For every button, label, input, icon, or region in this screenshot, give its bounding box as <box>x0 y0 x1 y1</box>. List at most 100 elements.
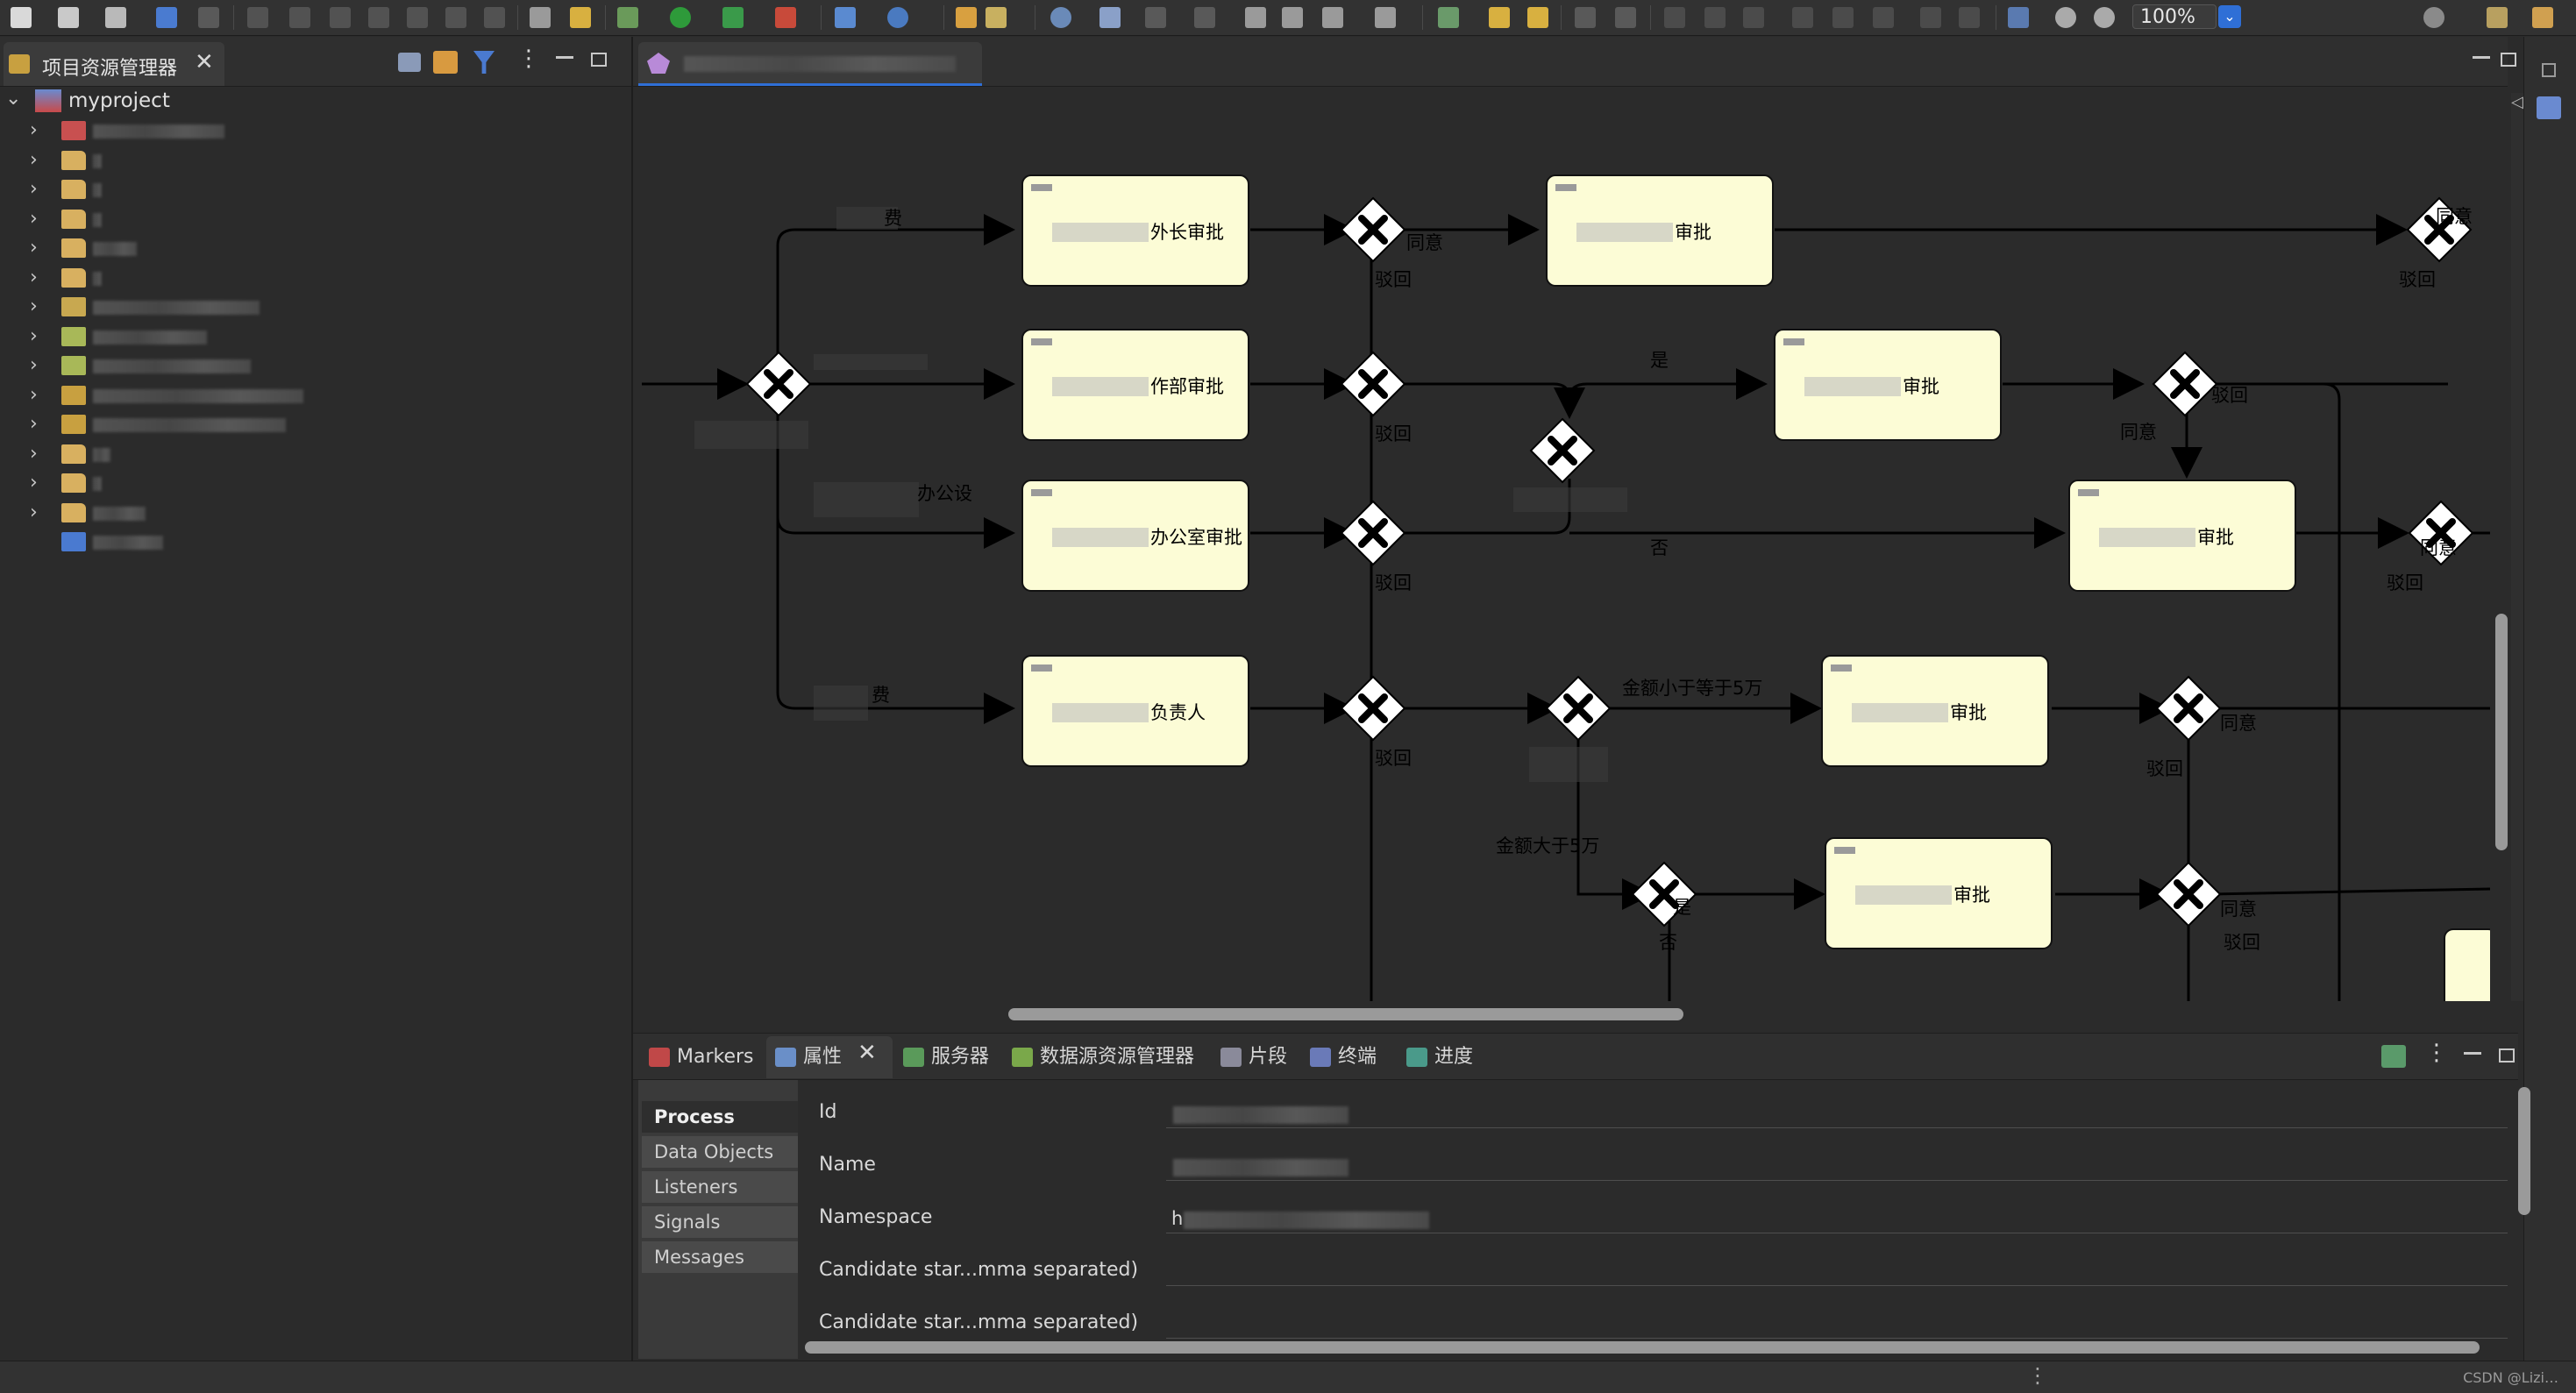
property-value-field[interactable]: h <box>1171 1208 1183 1229</box>
skip-breakpoints-icon[interactable] <box>570 7 591 28</box>
bottom-view-menu-icon[interactable]: ⋮ <box>2425 1040 2448 1066</box>
chevron-right-icon[interactable]: › <box>30 119 38 141</box>
open-type-icon[interactable] <box>956 7 977 28</box>
search-icon[interactable] <box>198 7 219 28</box>
task-partial[interactable] <box>2444 928 2490 1001</box>
exclusive-gateway[interactable] <box>1340 500 1406 566</box>
back-edit-icon[interactable] <box>1245 7 1266 28</box>
chevron-right-icon[interactable]: › <box>30 384 38 406</box>
open-task-icon[interactable] <box>986 7 1007 28</box>
align-left-icon[interactable] <box>1664 7 1685 28</box>
align-center-icon[interactable] <box>1704 7 1726 28</box>
tab-servers[interactable]: 服务器 <box>903 1041 989 1073</box>
align-right-icon[interactable] <box>1743 7 1764 28</box>
close-icon[interactable]: ✕ <box>195 49 214 75</box>
web-browser-icon[interactable] <box>1050 7 1071 28</box>
properties-vertical-scroll-thumb[interactable] <box>2518 1087 2530 1215</box>
chevron-right-icon[interactable]: › <box>30 443 38 465</box>
exclusive-gateway[interactable] <box>745 351 812 417</box>
properties-section-messages[interactable]: Messages <box>642 1241 798 1273</box>
zoom-combo[interactable]: 100% <box>2132 4 2217 29</box>
exclusive-gateway[interactable] <box>1340 675 1406 742</box>
prev-annotation-icon[interactable] <box>1194 7 1215 28</box>
disconnect-icon[interactable] <box>368 7 389 28</box>
save-icon[interactable] <box>58 7 79 28</box>
tree-row[interactable]: › <box>0 498 614 528</box>
restore-icon[interactable] <box>2542 63 2556 77</box>
task-node[interactable]: 审批 <box>1821 655 2049 767</box>
tree-row[interactable]: › <box>0 204 614 234</box>
suspend-icon[interactable] <box>289 7 310 28</box>
chevron-right-icon[interactable]: › <box>30 149 38 171</box>
tree-row[interactable]: › <box>0 322 614 352</box>
copy-icon[interactable] <box>1575 7 1596 28</box>
resume-icon[interactable] <box>247 7 268 28</box>
tab-snippets[interactable]: 片段 <box>1220 1041 1287 1073</box>
bottom-minimize-icon[interactable] <box>2464 1052 2481 1055</box>
collapse-all-icon[interactable] <box>398 53 421 72</box>
tree-row-project[interactable]: ⌄ myproject <box>0 86 614 116</box>
layout-icon[interactable] <box>2008 7 2029 28</box>
match-width-icon[interactable] <box>1920 7 1941 28</box>
chevron-right-icon[interactable]: › <box>30 472 38 494</box>
forward-icon[interactable] <box>1375 7 1396 28</box>
exclusive-gateway[interactable] <box>1340 196 1406 263</box>
tree-row[interactable]: › <box>0 468 614 498</box>
step-into-icon[interactable] <box>407 7 428 28</box>
chevron-right-icon[interactable]: › <box>30 325 38 347</box>
bpmn-diagram-canvas[interactable]: 外长审批 审批 作部审批 审批 办公室审批 审批 负责人 审批 审批 费 办公设 费 同意 驳回… <box>642 88 2490 1001</box>
new-class-icon[interactable] <box>887 7 908 28</box>
filter-icon[interactable] <box>473 51 495 74</box>
exclusive-gateway[interactable] <box>2152 351 2218 417</box>
zoom-dropdown-button[interactable]: ⌄ <box>2218 5 2241 28</box>
tree-row[interactable]: › <box>0 409 614 439</box>
chevron-right-icon[interactable]: › <box>30 267 38 288</box>
next-annotation-icon[interactable] <box>1145 7 1166 28</box>
tab-properties[interactable]: 属性 <box>775 1041 842 1073</box>
external-tools-icon[interactable] <box>775 7 796 28</box>
task-node[interactable]: 审批 <box>1825 837 2053 949</box>
view-menu-icon[interactable]: ⋮ <box>517 46 540 72</box>
exclusive-gateway[interactable] <box>2155 675 2222 742</box>
palette-icon[interactable] <box>2537 96 2561 119</box>
tree-row[interactable]: › <box>0 439 614 469</box>
new-file-icon[interactable] <box>11 7 32 28</box>
paste-icon[interactable] <box>1615 7 1636 28</box>
task-node[interactable]: 作部审批 <box>1021 329 1249 441</box>
run-icon[interactable] <box>670 7 691 28</box>
tree-row[interactable]: › <box>0 380 614 410</box>
task-node[interactable]: 办公室审批 <box>1021 480 1249 592</box>
terminate-icon[interactable] <box>330 7 351 28</box>
editor-tab-bpmn[interactable] <box>638 42 982 86</box>
save-all-icon[interactable] <box>105 7 126 28</box>
chevron-right-icon[interactable]: › <box>30 354 38 376</box>
tab-data-source-explorer[interactable]: 数据源资源管理器 <box>1012 1041 1194 1073</box>
tree-row[interactable]: › <box>0 116 614 146</box>
annotation-icon[interactable] <box>1099 7 1121 28</box>
step-return-icon[interactable] <box>484 7 505 28</box>
exclusive-gateway[interactable] <box>1529 417 1596 484</box>
coverage-icon[interactable] <box>722 7 744 28</box>
chevron-right-icon[interactable]: › <box>30 501 38 523</box>
properties-section-data-objects[interactable]: Data Objects <box>642 1136 798 1168</box>
pin-icon[interactable] <box>2381 1045 2406 1068</box>
tab-markers[interactable]: Markers <box>649 1041 754 1073</box>
chevron-down-icon[interactable]: ⌄ <box>5 88 21 110</box>
open-perspective-icon[interactable] <box>2487 7 2508 28</box>
properties-section-signals[interactable]: Signals <box>642 1206 798 1238</box>
tree-row[interactable]: › <box>0 146 614 175</box>
align-middle-icon[interactable] <box>1832 7 1854 28</box>
debug-icon[interactable] <box>617 7 638 28</box>
task-node[interactable]: 外长审批 <box>1021 174 1249 287</box>
palette-collapse-icon[interactable]: ◁ <box>2511 93 2523 111</box>
new-server-icon[interactable] <box>835 7 856 28</box>
chevron-right-icon[interactable]: › <box>30 413 38 435</box>
zoom-in-icon[interactable] <box>2094 7 2115 28</box>
tree-row[interactable]: › <box>0 174 614 204</box>
task-node[interactable]: 审批 <box>1546 174 1774 287</box>
chevron-right-icon[interactable]: › <box>30 237 38 259</box>
use-step-filters-icon[interactable] <box>530 7 551 28</box>
redo-icon[interactable] <box>1527 7 1548 28</box>
forward-edit-icon[interactable] <box>1282 7 1303 28</box>
java-perspective-icon[interactable] <box>2532 7 2553 28</box>
